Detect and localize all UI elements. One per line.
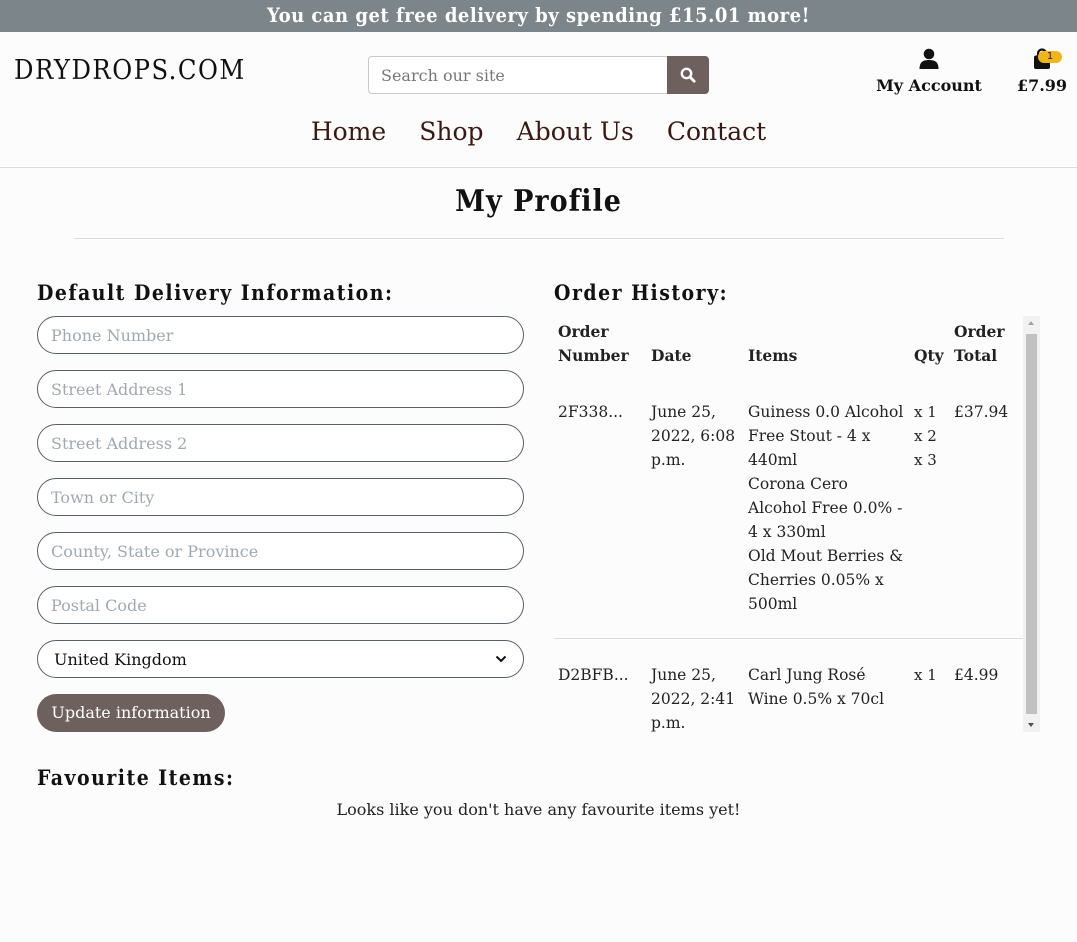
col-qty: Qty: [914, 346, 944, 365]
order-date: June 25, 2022, 6:08 p.m.: [651, 403, 736, 469]
nav-contact[interactable]: Contact: [667, 114, 766, 150]
order-date: June 25, 2022, 2:41 p.m.: [647, 638, 744, 732]
scrollbar-thumb[interactable]: [1026, 334, 1037, 714]
order-number-link[interactable]: D2BFB...: [554, 638, 647, 732]
country-select[interactable]: United Kingdom: [37, 640, 524, 678]
favourites-heading: Favourite Items:: [37, 765, 235, 790]
order-items: Carl Jung Rosé Wine 0.5% x 70cl: [744, 638, 910, 732]
nav-shop[interactable]: Shop: [419, 114, 483, 150]
search-button[interactable]: [667, 56, 709, 94]
order-item: Carl Jung Rosé Wine 0.5% x 70cl: [748, 666, 885, 708]
qty-value: x 2: [914, 427, 937, 445]
order-history-scrollbar[interactable]: [1023, 316, 1040, 732]
table-row: D2BFB... June 25, 2022, 2:41 p.m. Carl J…: [554, 638, 1024, 732]
my-account-label: My Account: [876, 76, 982, 95]
scroll-up-icon[interactable]: [1028, 321, 1034, 325]
phone-number-field[interactable]: [37, 316, 524, 354]
header-divider: [0, 167, 1077, 168]
order-items: Guiness 0.0 Alcohol Free Stout - 4 x 440…: [744, 376, 910, 639]
nav-about-us[interactable]: About Us: [517, 114, 634, 150]
order-history-heading: Order History:: [554, 280, 729, 305]
col-items: Items: [748, 346, 798, 365]
order-total: £37.94: [954, 403, 1009, 421]
main-nav: Home Shop About Us Contact: [0, 114, 1077, 150]
county-field[interactable]: [37, 532, 524, 570]
order-item: Guiness 0.0 Alcohol Free Stout - 4 x 440…: [748, 403, 904, 469]
scroll-down-icon[interactable]: [1028, 723, 1034, 727]
town-or-city-field[interactable]: [37, 478, 524, 516]
bag-count-badge: 1: [1038, 51, 1062, 63]
qty-value: x 1: [914, 403, 937, 421]
update-information-button[interactable]: Update information: [37, 694, 225, 732]
order-history-table[interactable]: Order Number Date Items Qty Order Total …: [554, 316, 1041, 732]
my-account-link[interactable]: My Account: [874, 48, 984, 95]
qty-value: x 3: [914, 451, 937, 469]
country-value: United Kingdom: [54, 649, 187, 669]
site-logo[interactable]: DRYDROPS.COM: [14, 54, 246, 88]
col-date: Date: [651, 346, 692, 365]
search-icon: [680, 67, 696, 83]
street-address-2-field[interactable]: [37, 424, 524, 462]
order-item: Corona Cero Alcohol Free 0.0% - 4 x 330m…: [748, 475, 903, 541]
favourites-empty-message: Looks like you don't have any favourite …: [336, 800, 741, 819]
order-number-link[interactable]: 2F338...: [554, 376, 647, 639]
order-qty: x 1 x 2 x 3: [910, 376, 950, 639]
street-address-1-field[interactable]: [37, 370, 524, 408]
qty-value: x 1: [914, 666, 937, 684]
col-order-total: Order Total: [954, 322, 1005, 365]
order-item: Old Mout Berries & Cherries 0.05% x 500m…: [748, 547, 904, 613]
order-total: £4.99: [950, 638, 1024, 732]
user-icon: [919, 48, 939, 69]
col-order-number: Order Number: [558, 322, 629, 365]
free-delivery-banner: You can get free delivery by spending £1…: [0, 0, 1077, 32]
nav-home[interactable]: Home: [311, 114, 386, 150]
title-divider: [74, 238, 1004, 239]
shopping-bag-link[interactable]: 1 £7.99: [1014, 48, 1070, 95]
bag-total: £7.99: [1016, 76, 1068, 95]
table-row: 2F338... June 25, 2022, 6:08 p.m. Guines…: [554, 376, 1024, 639]
chevron-down-icon: [495, 655, 507, 663]
postal-code-field[interactable]: [37, 586, 524, 624]
page-title: My Profile: [455, 184, 622, 219]
order-qty: x 1: [910, 638, 950, 732]
delivery-heading: Default Delivery Information:: [37, 280, 394, 305]
search-input[interactable]: [368, 56, 668, 94]
